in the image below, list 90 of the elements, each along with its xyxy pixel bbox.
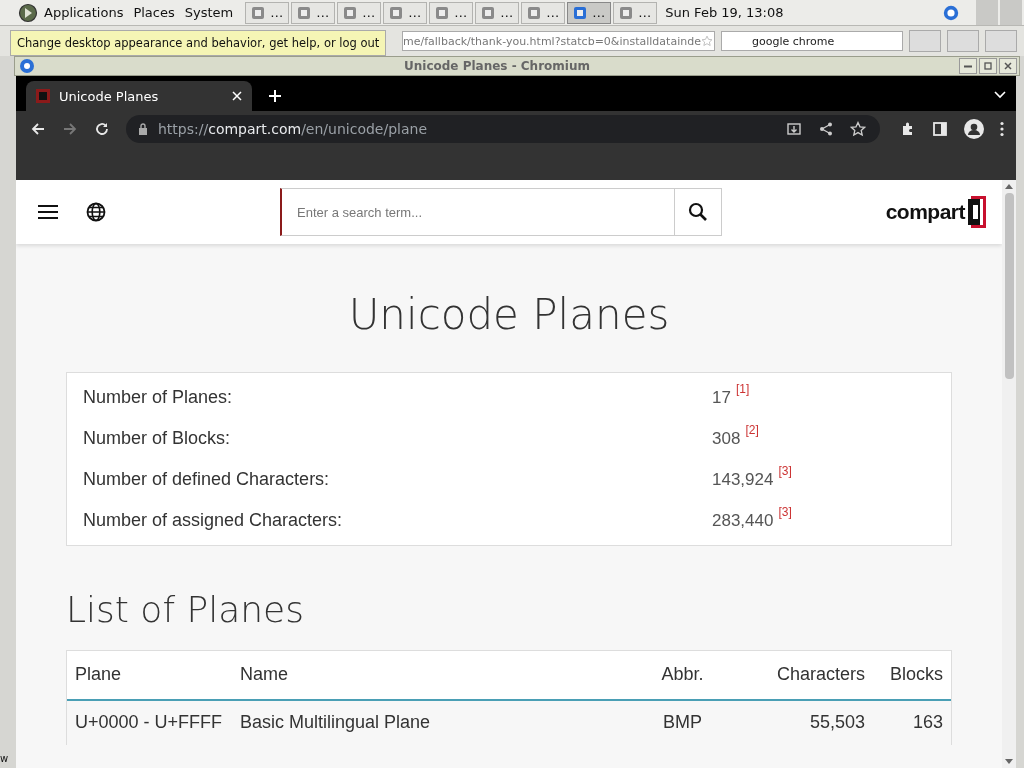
panel-menu[interactable]: System bbox=[184, 5, 234, 20]
url-text: https://compart.com/en/unicode/plane bbox=[158, 121, 429, 137]
column-header: Blocks bbox=[889, 664, 944, 686]
taskbar-button[interactable]: … bbox=[383, 1, 428, 24]
taskbar-button[interactable]: … bbox=[475, 1, 520, 24]
stat-value: 143,924 bbox=[712, 469, 774, 490]
section-title: List of Planes bbox=[66, 590, 305, 630]
panel-menu[interactable]: Places bbox=[133, 5, 175, 20]
window-icon bbox=[296, 4, 313, 21]
address-field[interactable]: me/fallback/thank-you.html?statcb=0&installdatainde bbox=[402, 31, 715, 51]
minimize-icon bbox=[964, 64, 972, 68]
table-cell-text: BMP bbox=[662, 712, 703, 734]
table-cell-text: 55,503 bbox=[808, 712, 865, 734]
page-title: Unicode Planes bbox=[347, 292, 671, 339]
panel-applet bbox=[976, 0, 998, 25]
taskbar-button[interactable]: … bbox=[429, 1, 474, 24]
stat-value: 283,440 bbox=[712, 510, 774, 531]
column-header: Name bbox=[240, 664, 289, 686]
minimize-button[interactable] bbox=[959, 58, 977, 74]
table-cell-text: U+0000 - U+FFFF bbox=[74, 712, 224, 734]
search-field[interactable]: google chrome bbox=[721, 31, 903, 51]
stat-label: Number of assigned Characters: bbox=[83, 510, 344, 532]
lock-icon bbox=[138, 123, 148, 135]
panel-applet bbox=[1000, 0, 1022, 25]
footnote-link[interactable]: [3] bbox=[778, 505, 792, 520]
plus-icon[interactable] bbox=[268, 89, 282, 103]
stat-label: Number of defined Characters: bbox=[83, 469, 331, 491]
browser-icon bbox=[19, 58, 35, 74]
window-icon bbox=[250, 4, 267, 21]
taskbar-button[interactable]: … bbox=[521, 1, 566, 24]
site-icon bbox=[36, 89, 50, 103]
window-icon bbox=[526, 4, 543, 21]
share-icon[interactable] bbox=[818, 121, 834, 137]
scrollbar-thumb[interactable] bbox=[1004, 193, 1014, 379]
taskbar-button[interactable]: … bbox=[613, 1, 658, 24]
maximize-icon bbox=[982, 60, 994, 72]
menu-icon[interactable] bbox=[38, 202, 58, 222]
table-cell-text: Basic Multilingual Plane bbox=[240, 712, 432, 734]
window-icon bbox=[388, 4, 405, 21]
window-icon bbox=[342, 4, 359, 21]
panel-menu[interactable]: Applications bbox=[44, 5, 124, 20]
chevron-icon[interactable] bbox=[994, 91, 1006, 99]
footnote-link[interactable]: [3] bbox=[778, 464, 792, 479]
window-title: Unicode Planes - Chromium bbox=[403, 59, 591, 73]
clock[interactable]: Sun Feb 19, 13:08 bbox=[665, 5, 784, 20]
footnote-link[interactable]: [2] bbox=[745, 423, 759, 438]
browser-icon[interactable] bbox=[942, 3, 960, 22]
site-logo[interactable]: compart bbox=[885, 200, 965, 224]
column-header: Abbr. bbox=[660, 664, 705, 686]
menu-icon[interactable] bbox=[1000, 121, 1004, 137]
stat-value: 308 bbox=[712, 428, 741, 449]
window-icon bbox=[480, 4, 497, 21]
taskbar-button[interactable]: … bbox=[245, 1, 290, 24]
reload-icon[interactable] bbox=[94, 121, 110, 137]
logo-icon bbox=[968, 196, 986, 228]
close-button[interactable] bbox=[999, 58, 1017, 74]
tooltip: Change desktop appearance and behavior, get help, or log out bbox=[10, 30, 387, 56]
star-icon[interactable] bbox=[850, 121, 866, 137]
scroll-down-icon[interactable] bbox=[1005, 759, 1013, 764]
tab-title: Unicode Planes bbox=[59, 88, 160, 104]
install-icon[interactable] bbox=[786, 121, 802, 137]
scroll-up-icon[interactable] bbox=[1005, 184, 1013, 189]
maximize-button[interactable] bbox=[979, 58, 997, 74]
browser-tab[interactable]: Unicode Planes bbox=[26, 81, 252, 111]
close-icon[interactable] bbox=[232, 91, 242, 101]
taskbar-button[interactable]: … bbox=[567, 1, 612, 24]
star-icon[interactable] bbox=[700, 35, 713, 47]
window-icon bbox=[618, 4, 635, 21]
stat-value: 17 bbox=[712, 387, 731, 408]
search-field[interactable]: Enter a search term... bbox=[280, 188, 674, 236]
search-button[interactable] bbox=[674, 188, 722, 236]
taskbar-button[interactable]: … bbox=[291, 1, 336, 24]
stat-label: Number of Planes: bbox=[83, 387, 234, 409]
profile-icon[interactable] bbox=[964, 119, 984, 139]
footnote-link[interactable]: [1] bbox=[735, 382, 750, 397]
window-icon bbox=[572, 4, 589, 21]
address-bar[interactable]: https://compart.com/en/unicode/plane bbox=[126, 115, 880, 143]
globe-icon[interactable] bbox=[86, 202, 106, 222]
column-header: Plane bbox=[74, 664, 123, 686]
back-icon[interactable] bbox=[30, 121, 46, 137]
window-icon bbox=[434, 4, 451, 21]
close-icon bbox=[1002, 60, 1014, 72]
side-panel-icon[interactable] bbox=[932, 121, 948, 137]
forward-icon[interactable] bbox=[62, 121, 78, 137]
column-header: Characters bbox=[775, 664, 865, 686]
desktop-text: w bbox=[0, 753, 9, 764]
stat-label: Number of Blocks: bbox=[83, 428, 232, 450]
table-cell-text: 163 bbox=[911, 712, 944, 734]
taskbar-button[interactable]: … bbox=[337, 1, 382, 24]
search-icon bbox=[688, 202, 708, 222]
